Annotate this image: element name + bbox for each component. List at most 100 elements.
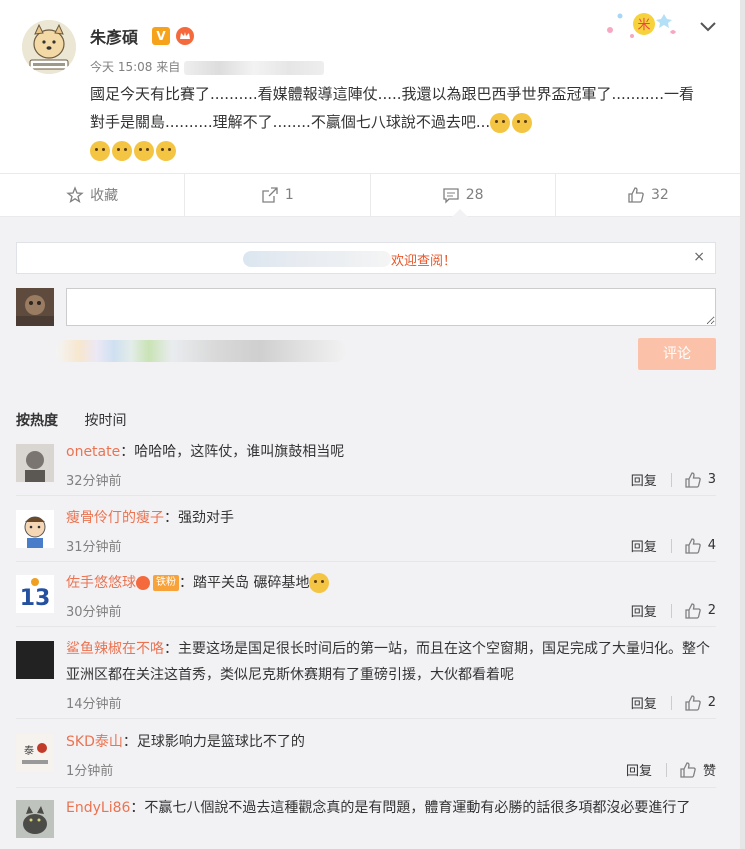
comment-text: ：强劲对手 — [164, 510, 234, 526]
doge-emoji-icon — [90, 140, 110, 161]
doge-emoji-icon — [112, 140, 132, 161]
share-icon — [262, 187, 278, 203]
comment-like-count: 2 — [707, 695, 716, 710]
notice-banner: 欢迎查阅！ × — [16, 242, 716, 274]
comment-like-button[interactable]: 3 — [684, 471, 716, 489]
comment-icon — [443, 188, 459, 204]
doge-emoji-icon — [512, 112, 533, 133]
post-action-bar: 收藏 1 28 32 — [0, 173, 740, 217]
comment-item: 瘦骨伶仃的瘦子：强劲对手 31分钟前 回复 4 — [16, 504, 716, 562]
commenter-avatar[interactable] — [16, 444, 54, 482]
vip-crown-icon — [176, 27, 194, 45]
post-text: 國足今天有比賽了..........看媒體報導這陣仗.....我還以為跟巴西爭世… — [90, 85, 694, 131]
comment-actions: 回复 4 — [631, 536, 716, 555]
comment-like-button[interactable]: 赞 — [679, 760, 716, 779]
commenter-name[interactable]: 佐手悠悠球 — [66, 575, 136, 591]
author-avatar[interactable] — [22, 20, 76, 74]
commenter-name[interactable]: onetate — [66, 444, 120, 460]
commenter-name[interactable]: 鲨鱼辣椒在不咯 — [66, 641, 164, 657]
comment-like-button[interactable]: 4 — [684, 537, 716, 555]
reply-button[interactable]: 回复 — [631, 536, 657, 555]
current-user-avatar — [16, 288, 54, 326]
svg-text:13: 13 — [20, 586, 51, 611]
reply-button[interactable]: 回复 — [631, 601, 657, 620]
comment-item: 13 佐手悠悠球 铁粉 ：踏平关岛 碾碎基地 30分钟前 回复 2 — [16, 569, 716, 627]
doge-emoji-icon — [309, 573, 330, 593]
comment-body: 鲨鱼辣椒在不咯：主要这场是国足很长时间后的第一站，而且在这个空窗期，国足完成了大… — [66, 636, 716, 688]
comment-text: ：哈哈哈，这阵仗，谁叫旗鼓相当呢 — [120, 444, 345, 460]
comment-like-button[interactable]: 2 — [684, 602, 716, 620]
reply-button[interactable]: 回复 — [631, 470, 657, 489]
thumbs-up-icon — [680, 761, 696, 778]
comment-text: ：不赢七八個說不過去這種觀念真的是有問題，體育運動有必勝的話很多項都沒必要進行了 — [130, 800, 691, 816]
commenter-avatar[interactable] — [16, 510, 54, 548]
comment-item: 鲨鱼辣椒在不咯：主要这场是国足很长时间后的第一站，而且在这个空窗期，国足完成了大… — [16, 635, 716, 719]
comment-time: 1分钟前 — [66, 764, 114, 779]
commenter-name[interactable]: 瘦骨伶仃的瘦子 — [66, 510, 164, 526]
thumbs-up-icon — [628, 187, 644, 203]
comment-body: 瘦骨伶仃的瘦子：强劲对手 — [66, 505, 716, 531]
action-divider — [670, 538, 672, 553]
action-divider — [670, 695, 672, 710]
thumbs-up-icon — [685, 602, 701, 619]
repost-button[interactable]: 1 — [185, 174, 371, 216]
like-count: 32 — [650, 187, 669, 203]
svg-text:米: 米 — [637, 18, 650, 33]
comment-item: EndyLi86：不赢七八個說不過去這種觀念真的是有問題，體育運動有必勝的話很多… — [16, 794, 716, 849]
comment-actions: 回复 2 — [631, 693, 716, 712]
comment-time: 31分钟前 — [66, 540, 122, 555]
comment-like-button[interactable]: 2 — [684, 694, 716, 712]
comment-actions: 回复 赞 — [626, 760, 716, 779]
comment-like-count: 4 — [707, 538, 716, 553]
comment-body: EndyLi86：不赢七八個說不過去這種觀念真的是有問題，體育運動有必勝的話很多… — [66, 795, 716, 821]
post-content: 國足今天有比賽了..........看媒體報導這陣仗.....我還以為跟巴西爭世… — [90, 80, 700, 164]
thumbs-up-icon — [685, 471, 701, 488]
comment-body: onetate：哈哈哈，这阵仗，谁叫旗鼓相当呢 — [66, 439, 716, 465]
more-options-chevron-icon[interactable] — [696, 14, 720, 38]
submit-comment-button[interactable]: 评论 — [638, 338, 716, 370]
comment-actions: 回复 3 — [631, 470, 716, 489]
comment-item: 泰 SKD泰山：足球影响力是篮球比不了的 1分钟前 回复 赞 — [16, 728, 716, 788]
comment-count: 28 — [465, 187, 484, 203]
fan-badge: 铁粉 — [153, 575, 179, 591]
comment-pointer — [452, 209, 468, 217]
action-divider — [670, 603, 672, 618]
tab-sort-by-hot[interactable]: 按热度 — [16, 413, 58, 429]
commenter-name[interactable]: SKD泰山 — [66, 734, 123, 750]
commenter-avatar[interactable] — [16, 800, 54, 838]
comment-item: onetate：哈哈哈，这阵仗，谁叫旗鼓相当呢 32分钟前 回复 3 — [16, 438, 716, 496]
comment-text: ：足球影响力是篮球比不了的 — [122, 734, 305, 750]
favorite-button[interactable]: 收藏 — [0, 174, 186, 216]
commenter-avatar[interactable]: 13 — [16, 575, 54, 613]
reply-button[interactable]: 回复 — [631, 693, 657, 712]
like-button[interactable]: 32 — [556, 174, 740, 216]
tab-sort-by-time[interactable]: 按时间 — [84, 413, 126, 429]
post-time: 今天 15:08 来自 — [90, 60, 181, 74]
star-icon — [66, 186, 84, 204]
notice-close-icon[interactable]: × — [693, 249, 705, 265]
comment-actions: 回复 2 — [631, 601, 716, 620]
action-divider — [670, 472, 672, 487]
favorite-label: 收藏 — [90, 188, 119, 204]
verified-icon: V — [152, 27, 170, 45]
author-name[interactable]: 朱彥碩 — [90, 24, 138, 48]
comment-time: 32分钟前 — [66, 474, 122, 489]
comment-time: 30分钟前 — [66, 605, 122, 620]
comment-like-count: 2 — [707, 603, 716, 618]
notice-text[interactable]: 欢迎查阅！ — [391, 250, 456, 269]
comment-body: SKD泰山：足球影响力是篮球比不了的 — [66, 729, 716, 755]
commenter-avatar[interactable] — [16, 641, 54, 679]
composer-toolbar-blurred — [56, 340, 346, 362]
commenter-avatar[interactable]: 泰 — [16, 734, 54, 772]
action-divider — [665, 762, 667, 777]
comment-like-label: 赞 — [702, 764, 716, 779]
comment-input[interactable] — [66, 288, 716, 326]
page-edge — [740, 0, 745, 849]
doge-emoji-icon — [156, 140, 176, 161]
card-decoration-icon: 米 — [604, 6, 678, 42]
thumbs-up-icon — [685, 694, 701, 711]
comment-like-count: 3 — [707, 472, 716, 487]
commenter-name[interactable]: EndyLi86 — [66, 800, 130, 816]
reply-button[interactable]: 回复 — [626, 760, 652, 779]
comment-time: 14分钟前 — [66, 697, 122, 712]
